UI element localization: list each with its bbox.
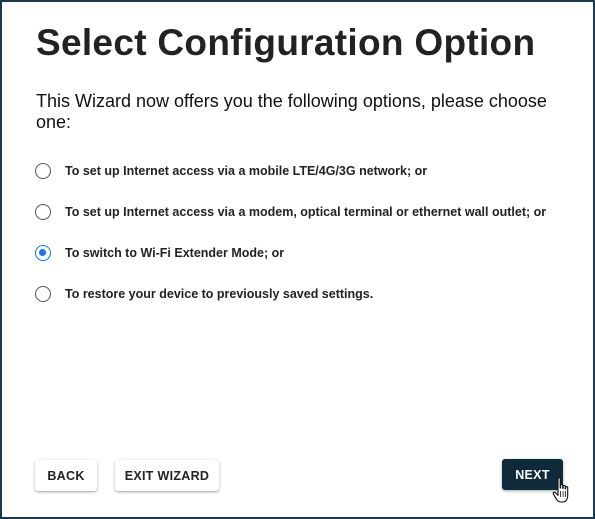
option-label: To switch to Wi-Fi Extender Mode; or — [65, 246, 285, 260]
option-label: To set up Internet access via a mobile L… — [65, 164, 428, 178]
back-button[interactable]: BACK — [35, 460, 97, 491]
option-label: To set up Internet access via a modem, o… — [65, 205, 547, 219]
option-wifi-extender[interactable]: To switch to Wi-Fi Extender Mode; or — [35, 242, 284, 264]
intro-text: This Wizard now offers you the following… — [36, 91, 547, 132]
next-button[interactable]: NEXT — [502, 459, 563, 490]
option-modem-ethernet[interactable]: To set up Internet access via a modem, o… — [35, 201, 546, 223]
wizard-window: Select Configuration Option This Wizard … — [0, 0, 595, 519]
page-title: Select Configuration Option — [36, 22, 536, 63]
radio-button[interactable] — [35, 163, 51, 179]
radio-button-selected[interactable] — [35, 245, 51, 261]
option-label: To restore your device to previously sav… — [65, 287, 374, 301]
option-restore-settings[interactable]: To restore your device to previously sav… — [35, 283, 373, 305]
radio-button[interactable] — [35, 204, 51, 220]
exit-wizard-button[interactable]: EXIT WIZARD — [115, 460, 219, 491]
option-mobile-network[interactable]: To set up Internet access via a mobile L… — [35, 160, 427, 182]
radio-button[interactable] — [35, 286, 51, 302]
